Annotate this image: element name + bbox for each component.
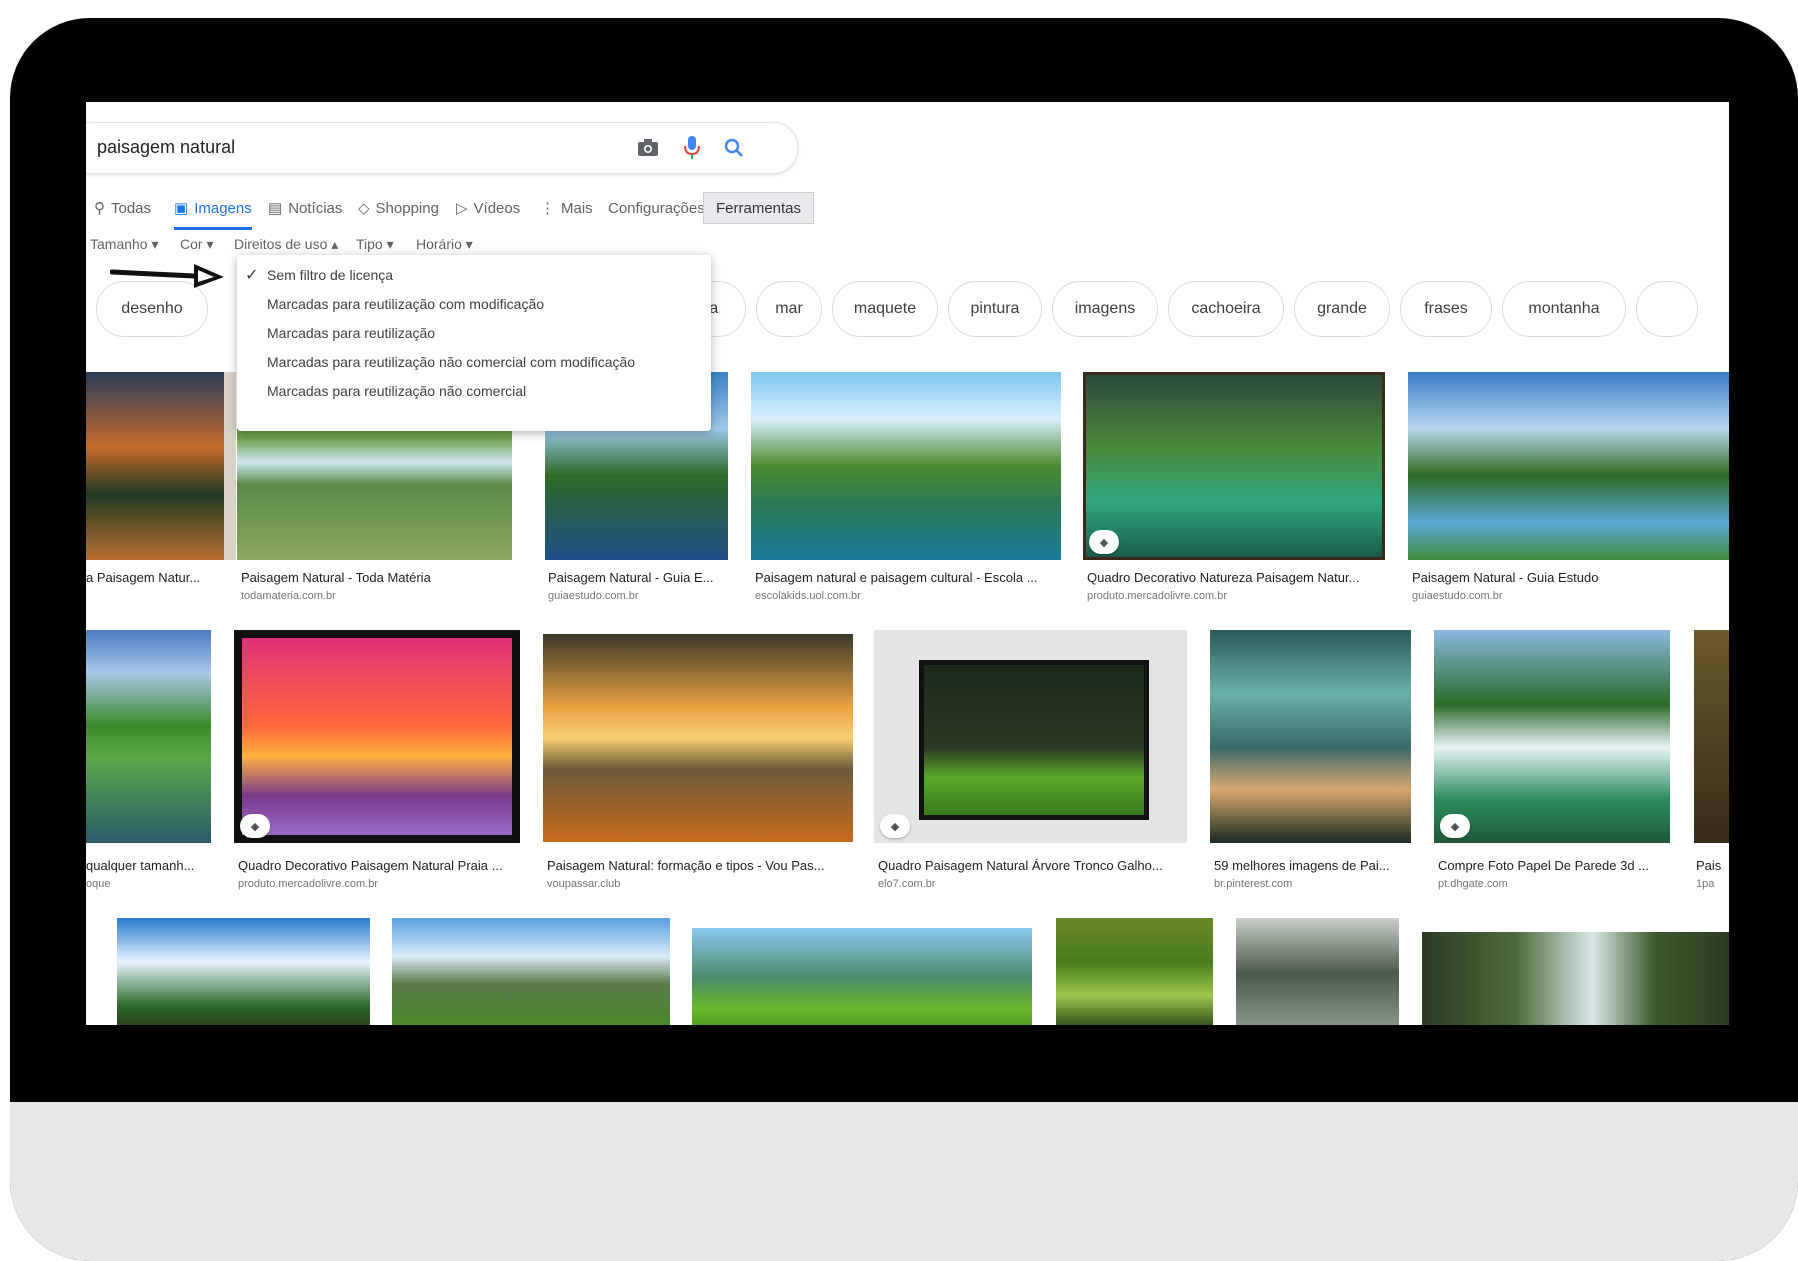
chip-montanha[interactable]: montanha bbox=[1502, 281, 1626, 337]
play-icon: ▷ bbox=[456, 200, 468, 217]
result-source: escolakids.uol.com.br bbox=[755, 590, 861, 602]
tab-noticias[interactable]: ▤ Notícias bbox=[268, 190, 342, 226]
result-title[interactable]: Paisagem natural e paisagem cultural - E… bbox=[755, 570, 1061, 585]
chip-maquete[interactable]: maquete bbox=[832, 281, 938, 337]
result-title[interactable]: Paisagem Natural - Guia Estudo bbox=[1412, 570, 1728, 585]
tag-icon: ◆ bbox=[1440, 814, 1470, 838]
image-result[interactable] bbox=[543, 634, 853, 842]
chip-partial[interactable] bbox=[1636, 281, 1698, 337]
result-title[interactable]: Paisagem Natural - Guia E... bbox=[548, 570, 728, 585]
more-vert-icon: ⋮ bbox=[540, 200, 555, 217]
tab-label: Imagens bbox=[194, 199, 252, 217]
menu-item-no-filter[interactable]: Sem filtro de licença bbox=[267, 267, 393, 283]
tag-icon: ◆ bbox=[1089, 530, 1119, 554]
filter-type[interactable]: Tipo ▾ bbox=[356, 236, 394, 253]
usage-rights-menu: ✓ Sem filtro de licença Marcadas para re… bbox=[237, 255, 711, 431]
tab-shopping[interactable]: ◇ Shopping bbox=[358, 190, 439, 226]
image-result[interactable] bbox=[1408, 372, 1729, 560]
image-result[interactable] bbox=[1210, 630, 1411, 843]
image-result[interactable] bbox=[874, 630, 1187, 843]
chip-imagens[interactable]: imagens bbox=[1052, 281, 1158, 337]
filter-time[interactable]: Horário ▾ bbox=[416, 236, 473, 253]
tag-icon: ◇ bbox=[358, 200, 370, 217]
result-title[interactable]: Paisagem Natural: formação e tipos - Vou… bbox=[547, 858, 853, 873]
chip-frases[interactable]: frases bbox=[1400, 281, 1492, 337]
microphone-icon[interactable] bbox=[679, 133, 705, 163]
search-tabs: ⚲ Todas ▣ Imagens ▤ Notícias ◇ Shopping … bbox=[86, 190, 986, 230]
image-result[interactable] bbox=[1236, 918, 1399, 1025]
image-result[interactable] bbox=[117, 918, 370, 1025]
monitor-frame: paisagem natural ⚲ Todas ▣ Imagens ▤ Not… bbox=[10, 18, 1798, 1261]
tag-icon: ◆ bbox=[880, 814, 910, 838]
image-result[interactable] bbox=[234, 630, 520, 843]
camera-icon[interactable] bbox=[635, 135, 661, 161]
image-result[interactable] bbox=[392, 918, 670, 1025]
result-source: oque bbox=[86, 878, 111, 890]
result-source: guiaestudo.com.br bbox=[1412, 590, 1503, 602]
monitor-bezel-bottom bbox=[10, 1102, 1798, 1261]
result-title[interactable]: Quadro Decorativo Paisagem Natural Praia… bbox=[238, 858, 522, 873]
tab-label: Vídeos bbox=[473, 199, 521, 217]
annotation-arrow bbox=[109, 250, 230, 295]
result-title[interactable]: Pais bbox=[1696, 858, 1729, 873]
result-title[interactable]: Quadro Decorativo Natureza Paisagem Natu… bbox=[1087, 570, 1387, 585]
search-input[interactable]: paisagem natural bbox=[97, 137, 235, 158]
image-result[interactable] bbox=[1434, 630, 1670, 843]
chip-grande[interactable]: grande bbox=[1294, 281, 1390, 337]
result-title[interactable]: Quadro Paisagem Natural Árvore Tronco Ga… bbox=[878, 858, 1187, 873]
result-source: pt.dhgate.com bbox=[1438, 878, 1508, 890]
image-result[interactable] bbox=[1083, 372, 1385, 560]
result-source: voupassar.club bbox=[547, 878, 621, 890]
result-title[interactable]: Compre Foto Papel De Parede 3d ... bbox=[1438, 858, 1670, 873]
tools-button[interactable]: Ferramentas bbox=[703, 192, 815, 224]
search-bar[interactable]: paisagem natural bbox=[86, 122, 798, 174]
result-source: produto.mercadolivre.com.br bbox=[238, 878, 379, 890]
result-source: todamateria.com.br bbox=[241, 590, 336, 602]
filter-usage-rights[interactable]: Direitos de uso ▴ bbox=[234, 236, 338, 253]
image-result[interactable] bbox=[86, 372, 236, 560]
search-icon[interactable] bbox=[721, 135, 747, 161]
image-result[interactable] bbox=[692, 928, 1032, 1025]
result-title[interactable]: a Paisagem Natur... bbox=[86, 570, 222, 585]
tab-label: Mais bbox=[561, 199, 593, 217]
news-icon: ▤ bbox=[268, 200, 283, 217]
image-result[interactable] bbox=[1422, 932, 1729, 1025]
result-source: produto.mercadolivre.com.br bbox=[1087, 590, 1228, 602]
tab-mais[interactable]: ⋮ Mais bbox=[540, 190, 593, 226]
image-result[interactable] bbox=[751, 372, 1061, 560]
tag-icon: ◆ bbox=[240, 814, 270, 838]
tab-videos[interactable]: ▷ Vídeos bbox=[456, 190, 520, 226]
result-source: guiaestudo.com.br bbox=[548, 590, 639, 602]
search-icon: ⚲ bbox=[94, 200, 105, 217]
browser-screen: paisagem natural ⚲ Todas ▣ Imagens ▤ Not… bbox=[86, 102, 1729, 1025]
image-result[interactable] bbox=[86, 630, 211, 843]
image-result[interactable] bbox=[1056, 918, 1213, 1025]
tab-label: Configurações bbox=[608, 199, 705, 217]
result-source: elo7.com.br bbox=[878, 878, 936, 890]
chip-mar[interactable]: mar bbox=[756, 281, 822, 337]
framed-picture bbox=[919, 660, 1149, 820]
result-title[interactable]: 59 melhores imagens de Pai... bbox=[1214, 858, 1414, 873]
menu-item-noncommercial-modification[interactable]: Marcadas para reutilização não comercial… bbox=[267, 354, 635, 370]
result-source: 1pa bbox=[1696, 878, 1715, 890]
result-title[interactable]: Paisagem Natural - Toda Matéria bbox=[241, 570, 511, 585]
tab-configuracoes[interactable]: Configurações bbox=[608, 190, 705, 226]
tab-label: Ferramentas bbox=[716, 199, 802, 217]
tab-label: Shopping bbox=[375, 199, 439, 217]
tab-imagens[interactable]: ▣ Imagens bbox=[174, 190, 252, 230]
result-source: br.pinterest.com bbox=[1214, 878, 1293, 890]
tab-label: Todas bbox=[111, 199, 152, 217]
check-icon: ✓ bbox=[245, 267, 259, 284]
menu-item-reuse-modification[interactable]: Marcadas para reutilização com modificaç… bbox=[267, 296, 544, 312]
menu-item-reuse[interactable]: Marcadas para reutilização bbox=[267, 325, 435, 341]
tab-label: Notícias bbox=[288, 199, 343, 217]
tab-todas[interactable]: ⚲ Todas bbox=[94, 190, 151, 226]
image-icon: ▣ bbox=[174, 200, 189, 217]
result-title[interactable]: qualquer tamanh... bbox=[86, 858, 211, 873]
menu-item-noncommercial[interactable]: Marcadas para reutilização não comercial bbox=[267, 383, 526, 399]
chip-cachoeira[interactable]: cachoeira bbox=[1168, 281, 1284, 337]
chip-pintura[interactable]: pintura bbox=[948, 281, 1042, 337]
image-result[interactable] bbox=[1694, 630, 1729, 843]
